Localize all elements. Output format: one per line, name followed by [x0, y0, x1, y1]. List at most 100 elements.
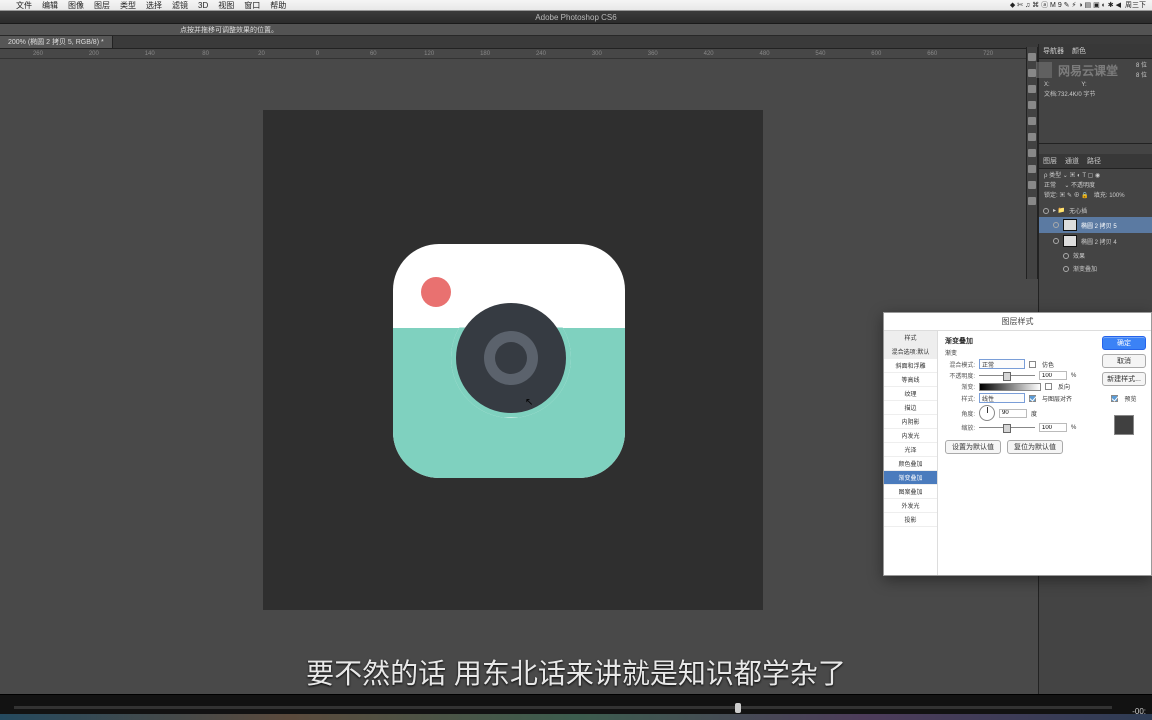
canvas-area[interactable]: ↖ [0, 59, 1026, 690]
ruler-tick: 60 [345, 51, 401, 57]
preview-label: 预览 [1124, 394, 1136, 403]
menu-3d[interactable]: 3D [198, 1, 208, 10]
style-select[interactable]: 线性 [979, 393, 1025, 403]
menu-help[interactable]: 帮助 [270, 0, 286, 11]
menu-layer[interactable]: 图层 [94, 0, 110, 11]
panel-icon[interactable] [1028, 85, 1036, 93]
menu-window[interactable]: 窗口 [244, 0, 260, 11]
style-item-bevel[interactable]: 斜面和浮雕 [884, 359, 937, 373]
layer-effect-item[interactable]: 渐变叠加 [1039, 262, 1152, 275]
ruler-tick: 360 [625, 51, 681, 57]
visibility-icon[interactable] [1063, 266, 1069, 272]
video-thumbnail-strip [0, 714, 1152, 720]
visibility-icon[interactable] [1043, 208, 1049, 214]
angle-input[interactable] [999, 409, 1027, 418]
ruler-tick: 480 [737, 51, 793, 57]
layer-blend-row: 正常 ⌄ 不透明度 [1044, 182, 1147, 192]
visibility-icon[interactable] [1053, 238, 1059, 244]
opacity-unit: % [1071, 373, 1076, 379]
layer-effects-row[interactable]: 效果 [1039, 249, 1152, 262]
dialog-style-list: 样式 混合选项:默认 斜面和浮雕 等高线 纹理 描边 内阴影 内发光 光泽 颜色… [884, 331, 938, 575]
visibility-icon[interactable] [1063, 253, 1069, 259]
panel-icon[interactable] [1028, 101, 1036, 109]
angle-label: 角度: [945, 409, 975, 418]
blend-mode-label: 混合模式: [945, 360, 975, 369]
menu-type[interactable]: 类型 [120, 0, 136, 11]
opacity-input[interactable] [1039, 371, 1067, 380]
layer-filter-row: ρ 类型 ⌄ ▣ ◐ T ▢ ◉ [1044, 172, 1147, 182]
coord-y-label: Y: [1081, 82, 1086, 88]
style-item-color-overlay[interactable]: 颜色叠加 [884, 457, 937, 471]
scale-input[interactable] [1039, 423, 1067, 432]
gradient-picker[interactable] [979, 383, 1041, 391]
dither-checkbox[interactable] [1029, 361, 1036, 368]
menu-view[interactable]: 视图 [218, 0, 234, 11]
style-item-texture[interactable]: 纹理 [884, 387, 937, 401]
align-checkbox[interactable] [1029, 395, 1036, 402]
panel-icon[interactable] [1028, 197, 1036, 205]
tab-channels[interactable]: 通道 [1065, 156, 1079, 166]
folder-icon: ▸ 📁 [1053, 207, 1065, 214]
reverse-checkbox[interactable] [1045, 383, 1052, 390]
style-item-inner-glow[interactable]: 内发光 [884, 429, 937, 443]
style-item-pattern-overlay[interactable]: 图案叠加 [884, 485, 937, 499]
new-style-button[interactable]: 新建样式... [1102, 372, 1146, 386]
document-tab-bar: 200% (椭圆 2 拷贝 5, RGB/8) * [0, 36, 1152, 49]
panel-icon[interactable] [1028, 117, 1036, 125]
layer-lock-row: 锁定: ▣ ✎ ⊕ 🔒 填充: 100% [1044, 192, 1147, 202]
layer-row[interactable]: 椭圆 2 拷贝 4 [1039, 233, 1152, 249]
style-item-contour[interactable]: 等高线 [884, 373, 937, 387]
video-track[interactable] [14, 706, 1112, 709]
angle-dial[interactable] [979, 405, 995, 421]
ok-button[interactable]: 确定 [1102, 336, 1146, 350]
effects-label: 效果 [1073, 251, 1085, 260]
video-progress-bar[interactable]: -00: [0, 694, 1152, 720]
opacity-slider[interactable] [979, 375, 1035, 376]
menu-select[interactable]: 选择 [146, 0, 162, 11]
ruler-tick: 80 [178, 51, 234, 57]
panel-icon[interactable] [1028, 181, 1036, 189]
style-item-inner-shadow[interactable]: 内阴影 [884, 415, 937, 429]
scale-unit: % [1071, 425, 1076, 431]
style-item-gradient-overlay[interactable]: 渐变叠加 [884, 471, 937, 485]
tab-navigator[interactable]: 导航器 [1043, 46, 1064, 56]
layer-group-row[interactable]: ▸ 📁 无心插 [1039, 204, 1152, 217]
panel-icon[interactable] [1028, 165, 1036, 173]
app-titlebar: Adobe Photoshop CS6 [0, 11, 1152, 24]
ruler-tick: 300 [569, 51, 625, 57]
preview-checkbox[interactable] [1111, 395, 1118, 402]
style-item-outer-glow[interactable]: 外发光 [884, 499, 937, 513]
menu-filter[interactable]: 滤镜 [172, 0, 188, 11]
style-item-stroke[interactable]: 描边 [884, 401, 937, 415]
tab-color[interactable]: 颜色 [1072, 46, 1086, 56]
style-label: 样式: [945, 394, 975, 403]
layers-panel: 图层 通道 路径 ρ 类型 ⌄ ▣ ◐ T ▢ ◉ 正常 ⌄ 不透明度 锁定: … [1039, 154, 1152, 275]
style-item-drop-shadow[interactable]: 投影 [884, 513, 937, 527]
blend-mode-select[interactable]: 正常 [979, 359, 1025, 369]
menu-edit[interactable]: 编辑 [42, 0, 58, 11]
visibility-icon[interactable] [1053, 222, 1059, 228]
tab-layers[interactable]: 图层 [1043, 156, 1057, 166]
menu-image[interactable]: 图像 [68, 0, 84, 11]
layer-row-selected[interactable]: 椭圆 2 拷贝 5 [1039, 217, 1152, 233]
tab-paths[interactable]: 路径 [1087, 156, 1101, 166]
menu-file[interactable]: 文件 [16, 0, 32, 11]
scale-slider[interactable] [979, 427, 1035, 428]
subsection-title: 渐变 [945, 348, 1090, 357]
ruler-tick: 0 [289, 51, 345, 57]
style-item-satin[interactable]: 光泽 [884, 443, 937, 457]
ruler-tick: 540 [792, 51, 848, 57]
style-item-styles[interactable]: 样式 [884, 331, 937, 345]
document-tab[interactable]: 200% (椭圆 2 拷贝 5, RGB/8) * [0, 36, 113, 48]
reset-default-button[interactable]: 复位为默认值 [1007, 440, 1063, 454]
doc-info: 文档:732.4K/0 字节 [1044, 91, 1147, 101]
set-default-button[interactable]: 设置为默认值 [945, 440, 1001, 454]
preview-swatch [1114, 415, 1134, 435]
mac-menubar: 文件 编辑 图像 图层 类型 选择 滤镜 3D 视图 窗口 帮助 ◆ ✄ ♫ ⌘… [0, 0, 1152, 11]
panel-icon[interactable] [1028, 149, 1036, 157]
video-scrubber-handle[interactable] [735, 703, 741, 713]
style-item-blendopts[interactable]: 混合选项:默认 [884, 345, 937, 359]
panel-icon[interactable] [1028, 133, 1036, 141]
cancel-button[interactable]: 取消 [1102, 354, 1146, 368]
options-bar: 点按并拖移可调整效果的位置。 [0, 24, 1152, 36]
